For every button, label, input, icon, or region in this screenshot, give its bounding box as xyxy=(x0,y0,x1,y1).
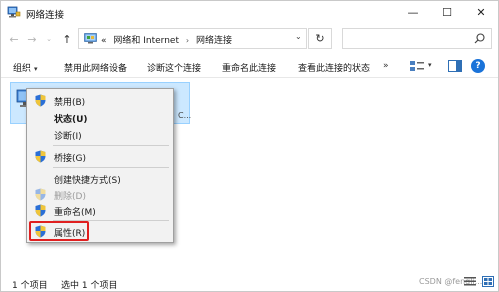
menu-separator xyxy=(53,167,169,168)
breadcrumb-overflow[interactable]: « xyxy=(101,36,107,46)
navigation-bar: ← → ⌄ ↑ « 网络和 Internet › 网络连接 ⌄ ↻ xyxy=(1,25,498,53)
help-icon[interactable]: ? xyxy=(471,59,485,73)
view-options-chevron-icon[interactable]: ▾ xyxy=(428,61,432,69)
menu-item-label: 重命名(M) xyxy=(54,208,96,218)
more-commands-icon[interactable]: » xyxy=(383,61,389,71)
view-status-button[interactable]: 查看此连接的状态 xyxy=(298,61,370,74)
menu-item-rename[interactable]: 重命名(M) xyxy=(27,202,173,219)
preview-pane-icon[interactable] xyxy=(448,60,462,72)
menu-item-label: 禁用(B) xyxy=(54,98,86,108)
back-arrow-icon[interactable]: ← xyxy=(7,32,21,46)
title-bar[interactable]: 网络连接 — ☐ ✕ xyxy=(1,1,498,25)
network-connections-icon xyxy=(7,6,21,18)
menu-item-label: 桥接(G) xyxy=(54,154,86,164)
properties-highlight-box xyxy=(29,221,89,241)
address-dropdown-chevron-icon[interactable]: ⌄ xyxy=(295,32,302,41)
close-button[interactable]: ✕ xyxy=(464,1,498,23)
uac-shield-icon xyxy=(35,204,46,217)
minimize-button[interactable]: — xyxy=(396,1,430,23)
disable-device-button[interactable]: 禁用此网络设备 xyxy=(64,61,127,74)
change-view-icon[interactable] xyxy=(409,60,425,73)
search-icon xyxy=(474,33,485,44)
breadcrumb: « 网络和 Internet › 网络连接 xyxy=(101,33,236,46)
uac-shield-icon xyxy=(35,150,46,163)
organize-menu-button[interactable]: 组织 ▾ xyxy=(13,61,38,74)
recent-locations-chevron-icon[interactable]: ⌄ xyxy=(42,32,56,46)
address-bar[interactable]: « 网络和 Internet › 网络连接 ⌄ xyxy=(78,28,307,49)
menu-item-status[interactable]: 状态(U) xyxy=(27,109,173,126)
breadcrumb-separator[interactable]: › xyxy=(186,36,189,45)
up-arrow-icon[interactable]: ↑ xyxy=(60,32,74,46)
large-icons-view-icon[interactable] xyxy=(482,276,494,287)
menu-item-label: 创建快捷方式(S) xyxy=(54,176,121,186)
item-count: 1 个项目 xyxy=(12,281,48,291)
refresh-button[interactable]: ↻ xyxy=(308,28,332,49)
menu-item-disable[interactable]: 禁用(B) xyxy=(27,92,173,109)
item-truncated-label: C... xyxy=(178,111,192,120)
maximize-button[interactable]: ☐ xyxy=(430,1,464,23)
chevron-down-icon: ▾ xyxy=(34,65,38,73)
control-panel-icon xyxy=(84,33,97,44)
menu-separator xyxy=(53,145,169,146)
menu-item-bridge[interactable]: 桥接(G) xyxy=(27,148,173,165)
details-view-icon[interactable] xyxy=(464,276,476,287)
menu-item-label: 诊断(I) xyxy=(54,132,82,142)
uac-shield-icon xyxy=(35,94,46,107)
window-title: 网络连接 xyxy=(26,10,65,21)
breadcrumb-network-internet[interactable]: 网络和 Internet xyxy=(113,36,179,46)
search-input[interactable] xyxy=(342,28,492,49)
organize-label: 组织 xyxy=(13,64,32,74)
menu-item-label: 状态(U) xyxy=(54,115,88,125)
context-menu: 禁用(B) 状态(U) 诊断(I) 桥接(G) 创建快捷方式(S) 删除(D) … xyxy=(26,88,174,243)
selected-count: 选中 1 个项目 xyxy=(61,281,118,291)
diagnose-connection-button[interactable]: 诊断这个连接 xyxy=(147,61,201,74)
explorer-window: 网络连接 — ☐ ✕ ← → ⌄ ↑ « 网络和 Internet › 网络连接… xyxy=(0,0,499,292)
menu-item-create-shortcut[interactable]: 创建快捷方式(S) xyxy=(27,170,173,187)
menu-item-label: 删除(D) xyxy=(54,192,86,202)
menu-item-diagnose[interactable]: 诊断(I) xyxy=(27,126,173,143)
rename-connection-button[interactable]: 重命名此连接 xyxy=(222,61,276,74)
status-bar: 1 个项目 选中 1 个项目 CSDN @fengli... xyxy=(1,271,498,291)
forward-arrow-icon[interactable]: → xyxy=(25,32,39,46)
breadcrumb-network-connections[interactable]: 网络连接 xyxy=(196,36,232,46)
command-bar: 组织 ▾ 禁用此网络设备 诊断这个连接 重命名此连接 查看此连接的状态 » ▾ ? xyxy=(1,56,498,78)
menu-item-delete: 删除(D) xyxy=(27,186,173,203)
uac-shield-icon xyxy=(35,188,46,201)
